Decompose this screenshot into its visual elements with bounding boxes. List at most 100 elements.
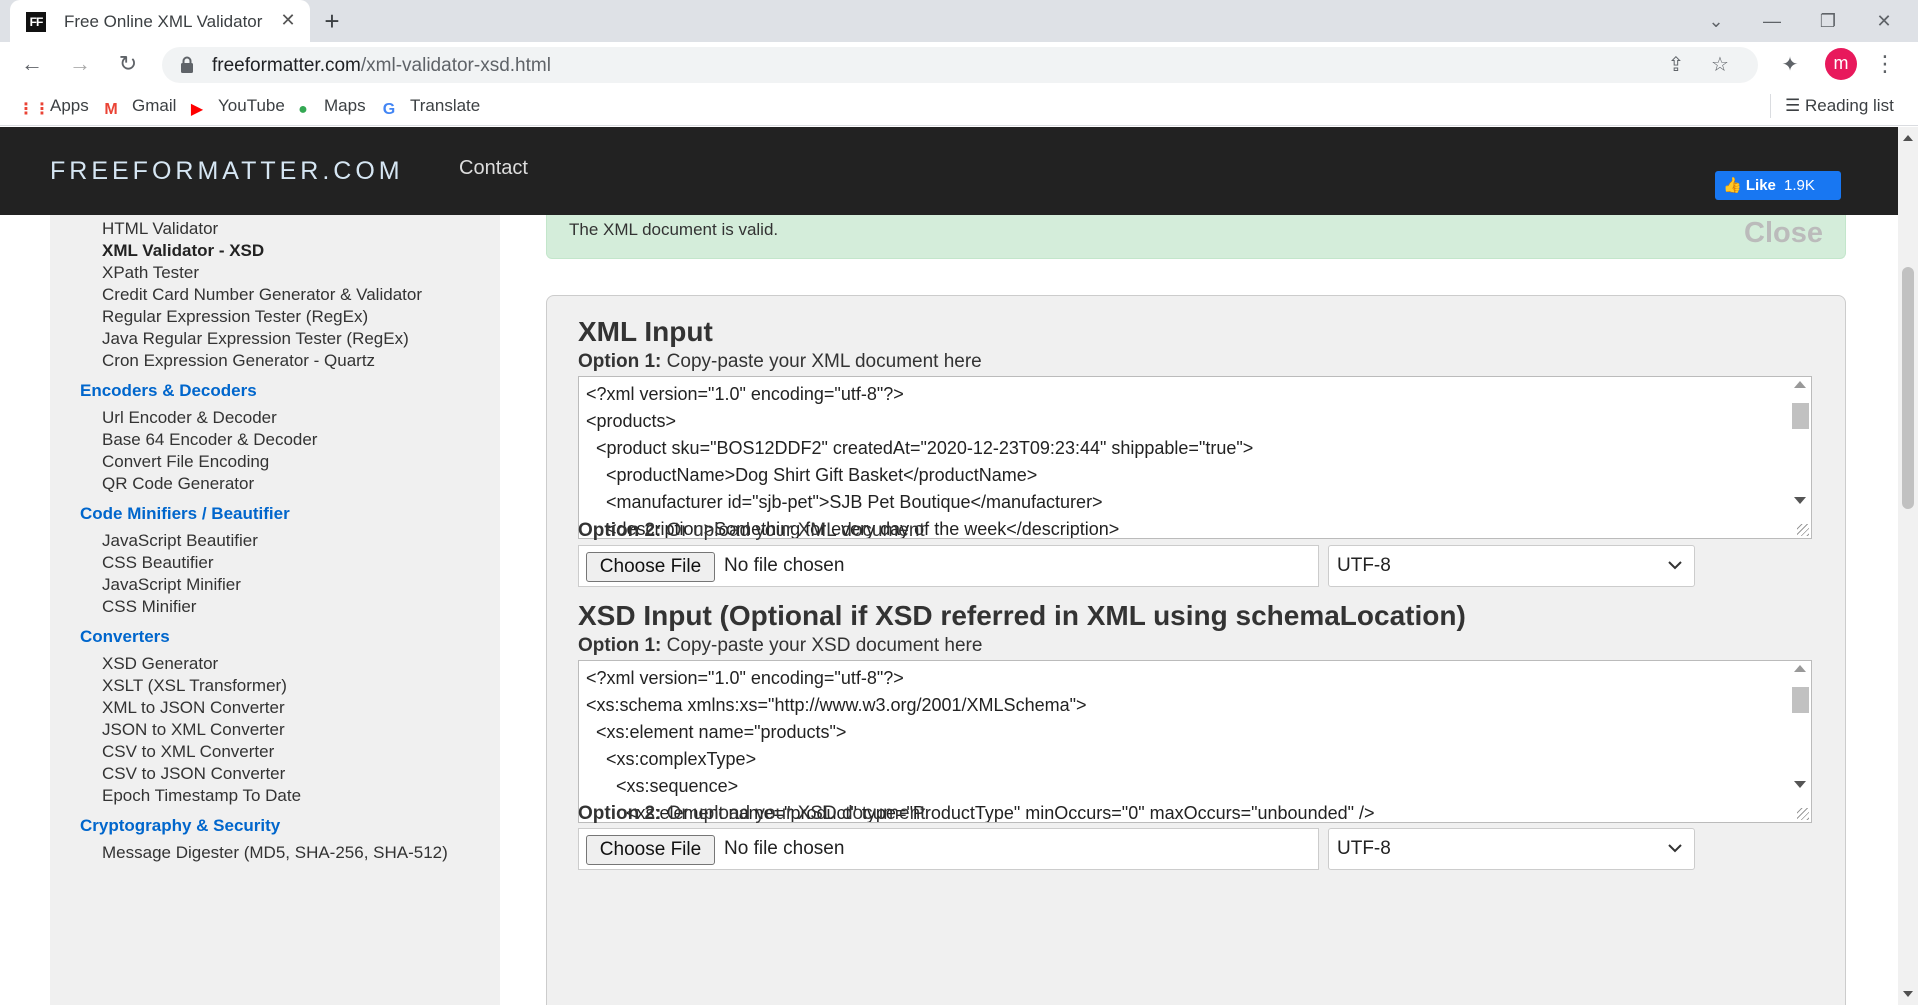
translate-icon: G bbox=[382, 101, 396, 118]
sidebar-item[interactable]: JavaScript Minifier bbox=[102, 575, 241, 595]
scroll-up-icon[interactable] bbox=[1794, 381, 1806, 388]
xsd-file-status: No file chosen bbox=[724, 838, 845, 859]
xsd-input-title: XSD Input (Optional if XSD referred in X… bbox=[578, 600, 1466, 631]
sidebar-item[interactable]: XML to JSON Converter bbox=[102, 698, 285, 718]
reload-icon[interactable]: ↻ bbox=[112, 49, 144, 79]
sidebar-item[interactable]: Regular Expression Tester (RegEx) bbox=[102, 307, 368, 327]
sidebar-item[interactable]: Java Regular Expression Tester (RegEx) bbox=[102, 329, 409, 349]
bookmark-label: Maps bbox=[324, 96, 366, 115]
scroll-up-icon[interactable] bbox=[1794, 665, 1806, 672]
site-logo[interactable]: FREEFORMATTER.COM bbox=[50, 157, 404, 186]
address-bar[interactable]: freeformatter.com/xml-validator-xsd.html… bbox=[162, 47, 1758, 83]
sidebar-nav: HTML Validator XML Validator - XSD XPath T… bbox=[50, 215, 500, 1005]
reading-list-button[interactable]: ☰ Reading list bbox=[1770, 94, 1894, 118]
sidebar-item[interactable]: HTML Validator bbox=[102, 219, 218, 239]
xsd-input-textarea[interactable]: <?xml version="1.0" encoding="utf-8"?> <x… bbox=[578, 660, 1812, 823]
sidebar-item[interactable]: JSON to XML Converter bbox=[102, 720, 285, 740]
tab-close-icon[interactable]: ✕ bbox=[276, 8, 300, 32]
sidebar-item[interactable]: Epoch Timestamp To Date bbox=[102, 786, 301, 806]
resize-grip-icon[interactable] bbox=[1797, 808, 1809, 820]
gmail-icon: M bbox=[104, 101, 118, 118]
xsd-file-upload: Choose File No file chosen bbox=[578, 828, 1319, 870]
sidebar-item[interactable]: CSS Beautifier bbox=[102, 553, 214, 573]
forward-icon[interactable]: → bbox=[64, 49, 96, 79]
xsd-encoding-select[interactable]: UTF-8 bbox=[1328, 828, 1695, 870]
xml-input-title: XML Input bbox=[578, 316, 713, 347]
lock-icon bbox=[181, 56, 193, 73]
facebook-like-button[interactable]: 👍 Like 1.9K bbox=[1715, 171, 1841, 200]
scroll-down-icon[interactable] bbox=[1794, 781, 1806, 788]
extensions-icon[interactable]: ✦ bbox=[1778, 52, 1802, 76]
sidebar-item[interactable]: XPath Tester bbox=[102, 263, 199, 283]
browser-toolbar: ← → ↻ freeformatter.com/xml-validator-xs… bbox=[0, 42, 1918, 86]
bookmark-maps[interactable]: ● Maps bbox=[292, 94, 366, 118]
chevron-down-icon bbox=[1668, 561, 1682, 570]
site-header: FREEFORMATTER.COM Contact 👍 Like 1.9K bbox=[0, 127, 1898, 215]
profile-avatar[interactable]: m bbox=[1825, 48, 1857, 80]
resize-grip-icon[interactable] bbox=[1797, 524, 1809, 536]
page-scroll-up-icon[interactable] bbox=[1903, 135, 1913, 141]
xml-choose-file-button[interactable]: Choose File bbox=[586, 552, 715, 582]
sidebar-item[interactable]: XSD Generator bbox=[102, 654, 218, 674]
new-tab-button[interactable]: + bbox=[316, 6, 348, 36]
browser-menu-icon[interactable]: ⋮ bbox=[1874, 50, 1896, 78]
share-icon[interactable]: ⇪ bbox=[1664, 53, 1688, 77]
sidebar-item[interactable]: Base 64 Encoder & Decoder bbox=[102, 430, 317, 450]
xml-option2-label: Option 2: Or upload your XML document bbox=[578, 520, 925, 541]
sidebar-item[interactable]: CSV to JSON Converter bbox=[102, 764, 285, 784]
xml-input-textarea[interactable]: <?xml version="1.0" encoding="utf-8"?> <p… bbox=[578, 376, 1812, 539]
sidebar-item[interactable]: XML Validator - XSD bbox=[102, 241, 264, 261]
like-count: 1.9K bbox=[1784, 177, 1815, 194]
xml-encoding-select[interactable]: UTF-8 bbox=[1328, 545, 1695, 587]
code-line: <products> bbox=[586, 411, 677, 431]
sidebar-item[interactable]: Cron Expression Generator - Quartz bbox=[102, 351, 375, 371]
reading-list-label: Reading list bbox=[1804, 96, 1894, 115]
browser-tab[interactable]: FF Free Online XML Validator Against XSD… bbox=[10, 0, 310, 42]
back-icon[interactable]: ← bbox=[16, 49, 48, 79]
sidebar-section-heading[interactable]: Cryptography & Security bbox=[80, 816, 280, 836]
restore-icon[interactable]: ❐ bbox=[1810, 6, 1846, 36]
sidebar-item[interactable]: Credit Card Number Generator & Validator bbox=[102, 285, 422, 305]
page-viewport: FREEFORMATTER.COM Contact 👍 Like 1.9K HT… bbox=[0, 127, 1898, 1005]
page-scroll-thumb[interactable] bbox=[1902, 267, 1914, 509]
xml-encoding-value: UTF-8 bbox=[1337, 555, 1391, 576]
textarea-scrollbar[interactable] bbox=[1789, 377, 1811, 538]
bookmark-label: Gmail bbox=[132, 96, 177, 115]
sidebar-section-heading[interactable]: Encoders & Decoders bbox=[80, 381, 257, 401]
minimize-icon[interactable]: — bbox=[1754, 6, 1790, 36]
contact-link[interactable]: Contact bbox=[459, 157, 528, 180]
textarea-scrollbar[interactable] bbox=[1789, 661, 1811, 822]
sidebar-item[interactable]: CSS Minifier bbox=[102, 597, 196, 617]
sidebar-item[interactable]: XSLT (XSL Transformer) bbox=[102, 676, 287, 696]
sidebar-item[interactable]: JavaScript Beautifier bbox=[102, 531, 258, 551]
scroll-down-icon[interactable] bbox=[1794, 497, 1806, 504]
sidebar-item[interactable]: Convert File Encoding bbox=[102, 452, 269, 472]
sidebar-item[interactable]: Url Encoder & Decoder bbox=[102, 408, 277, 428]
alert-close-button[interactable]: Close bbox=[1744, 217, 1823, 250]
scroll-thumb[interactable] bbox=[1792, 687, 1809, 713]
page-scroll-down-icon[interactable] bbox=[1903, 991, 1913, 997]
scroll-thumb[interactable] bbox=[1792, 403, 1809, 429]
xsd-choose-file-button[interactable]: Choose File bbox=[586, 835, 715, 865]
window-close-icon[interactable]: ✕ bbox=[1866, 6, 1902, 36]
page-scrollbar[interactable] bbox=[1898, 127, 1918, 1005]
sidebar-item[interactable]: CSV to XML Converter bbox=[102, 742, 274, 762]
sidebar-item[interactable]: QR Code Generator bbox=[102, 474, 254, 494]
tab-search-icon[interactable]: ⌄ bbox=[1698, 6, 1734, 36]
xml-file-status: No file chosen bbox=[724, 555, 845, 576]
bookmark-youtube[interactable]: ▶ YouTube bbox=[186, 94, 285, 118]
xml-option1-label: Option 1: Copy-paste your XML document h… bbox=[578, 351, 982, 372]
sidebar-item[interactable]: Message Digester (MD5, SHA-256, SHA-512) bbox=[102, 843, 448, 863]
sidebar-section-heading[interactable]: Code Minifiers / Beautifier bbox=[80, 504, 290, 524]
bookmark-translate[interactable]: G Translate bbox=[378, 94, 480, 118]
xsd-option2-label: Option 2: Or upload your XSD document bbox=[578, 803, 926, 824]
bookmark-star-icon[interactable]: ☆ bbox=[1708, 53, 1732, 77]
code-line: <xs:complexType> bbox=[586, 749, 757, 769]
bookmark-gmail[interactable]: M Gmail bbox=[100, 94, 176, 118]
tab-strip: FF Free Online XML Validator Against XSD… bbox=[0, 0, 1918, 42]
code-line: <?xml version="1.0" encoding="utf-8"?> bbox=[586, 384, 904, 404]
tab-title: Free Online XML Validator Against XSD bbox=[64, 12, 264, 31]
bookmark-apps[interactable]: ⋮⋮Apps bbox=[18, 94, 89, 118]
sidebar-section-heading[interactable]: Converters bbox=[80, 627, 170, 647]
code-line: <product sku="BOS12DDF2" createdAt="2020… bbox=[586, 438, 1254, 458]
